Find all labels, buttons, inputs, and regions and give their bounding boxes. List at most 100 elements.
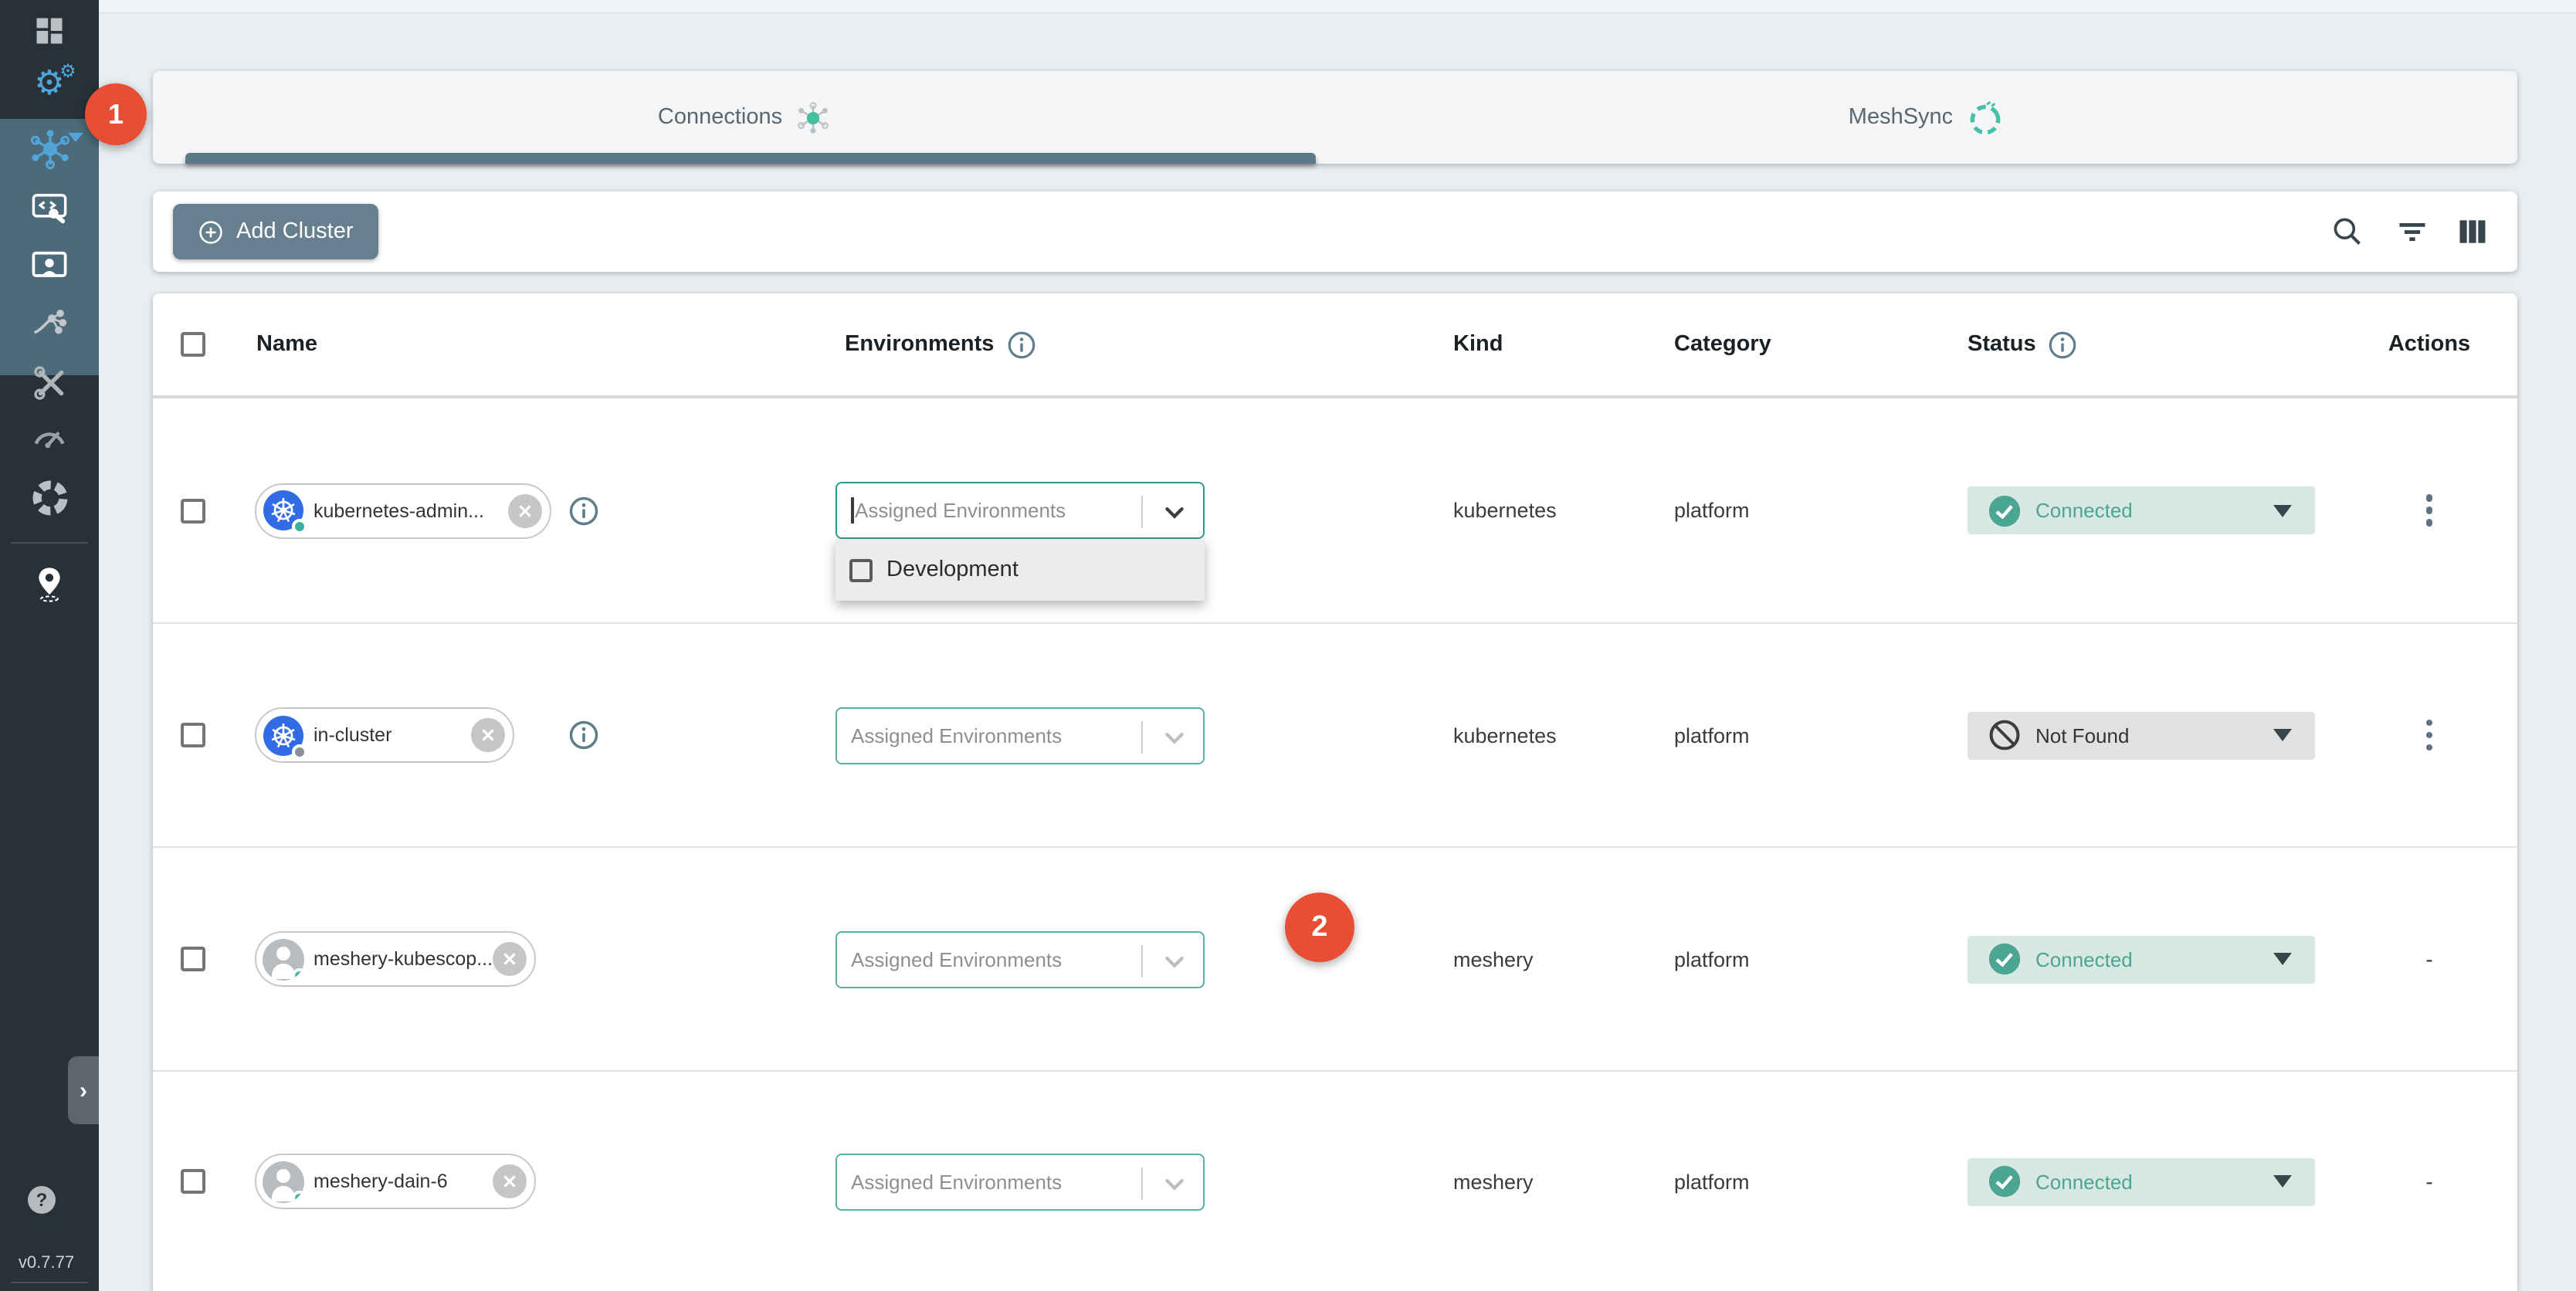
status-label: Connected — [2035, 1170, 2133, 1193]
tab-meshsync-label: MeshSync — [1849, 105, 1953, 130]
row-checkbox[interactable] — [181, 1169, 205, 1194]
header-name: Name — [256, 332, 317, 357]
status-caret-icon — [2273, 504, 2292, 517]
active-tab-indicator — [185, 153, 1316, 164]
view-columns-button[interactable] — [2452, 212, 2493, 252]
environments-dropdown-panel: Development — [836, 539, 1205, 601]
tab-connections-label: Connections — [658, 105, 782, 130]
sidebar-item-adapters[interactable] — [0, 178, 99, 236]
add-cluster-label: Add Cluster — [236, 219, 354, 244]
filter-button[interactable] — [2392, 212, 2432, 252]
kind-value: meshery — [1453, 1170, 1534, 1193]
help-button[interactable]: ? — [28, 1186, 56, 1214]
tab-connections[interactable]: Connections — [153, 71, 1335, 164]
chip-delete-button[interactable] — [471, 718, 505, 752]
sidebar-item-dashboard[interactable] — [0, 3, 99, 59]
row-checkbox[interactable] — [181, 947, 205, 971]
assigned-environments-select[interactable]: Assigned Environments — [836, 706, 1205, 764]
header-status: Status — [1968, 332, 2036, 357]
status-label: Connected — [2035, 499, 2133, 522]
not-found-icon — [1988, 718, 2022, 752]
connection-name: meshery-dain-6 — [304, 1171, 493, 1192]
check-circle-icon — [1988, 493, 2022, 527]
assigned-environments-select[interactable]: Assigned Environments — [836, 930, 1205, 988]
sidebar-item-extensions[interactable] — [0, 468, 99, 527]
row-checkbox[interactable] — [181, 723, 205, 747]
row-checkbox[interactable] — [181, 498, 205, 523]
header-kind: Kind — [1453, 332, 1503, 357]
text-cursor — [851, 497, 853, 524]
chevron-down-icon[interactable] — [1157, 494, 1192, 537]
row-actions-menu-button[interactable] — [2420, 713, 2439, 757]
meshsync-spinner-icon — [1965, 98, 2004, 137]
connections-table: Name Environments Kind Category Status A… — [153, 293, 2517, 1291]
chip-delete-button[interactable] — [493, 1164, 527, 1198]
meshery-app: ⚙ ⚙ — [0, 0, 2576, 1291]
chevron-down-icon[interactable] — [1157, 1165, 1192, 1208]
assigned-environments-select[interactable]: Assigned Environments — [836, 1153, 1205, 1210]
sidebar-item-connections[interactable] — [0, 119, 99, 178]
status-caret-icon — [2273, 1175, 2292, 1188]
connections-tab-icon — [795, 100, 830, 135]
chip-delete-button[interactable] — [508, 493, 542, 527]
screen-person-icon — [29, 246, 69, 286]
select-divider — [1141, 720, 1143, 753]
actions-empty: - — [2425, 947, 2432, 971]
top-strip — [99, 0, 2576, 14]
add-cluster-button[interactable]: Add Cluster — [173, 204, 378, 259]
connections-mesh-icon — [29, 127, 70, 169]
category-value: platform — [1674, 947, 1750, 971]
environment-option-checkbox[interactable] — [849, 558, 873, 581]
chevron-down-icon[interactable] — [1157, 719, 1192, 762]
check-circle-icon — [1988, 1164, 2022, 1198]
sidebar-item-performance[interactable] — [0, 409, 99, 465]
connection-name-chip[interactable]: meshery-dain-6 — [255, 1154, 536, 1209]
tab-bar: Connections MeshSync — [153, 71, 2517, 164]
connection-name-chip[interactable]: kubernetes-admin... — [255, 483, 551, 538]
connection-name-chip[interactable]: in-cluster — [255, 707, 514, 763]
row-actions-menu-button[interactable] — [2420, 489, 2439, 533]
sidebar-item-lifecycle[interactable]: ⚙ ⚙ — [0, 56, 99, 111]
annotation-badge-1: 1 — [85, 83, 147, 145]
performance-gauge-icon — [29, 417, 69, 457]
status-label: Connected — [2035, 947, 2133, 971]
status-caret-icon — [2273, 953, 2292, 965]
kind-value: kubernetes — [1453, 499, 1557, 522]
status-info-icon[interactable] — [2047, 328, 2079, 361]
environments-info-icon[interactable] — [1005, 328, 1037, 361]
select-all-checkbox[interactable] — [181, 332, 205, 357]
sidebar-item-profiles[interactable] — [0, 236, 99, 295]
status-chip-connected[interactable]: Connected — [1968, 1157, 2315, 1205]
connection-info-icon[interactable] — [567, 718, 601, 752]
sidebar-item-configuration[interactable] — [0, 354, 99, 409]
sidebar-expand-button[interactable]: › — [68, 1056, 99, 1124]
status-chip-connected[interactable]: Connected — [1968, 486, 2315, 534]
environment-option-label[interactable]: Development — [886, 557, 1019, 582]
columns-icon — [2456, 215, 2490, 249]
lifecycle-small-gear-icon: ⚙ — [59, 62, 76, 80]
status-chip-not-found[interactable]: Not Found — [1968, 711, 2315, 759]
connection-name-chip[interactable]: meshery-kubescop... — [255, 931, 536, 987]
dashboard-icon — [32, 14, 66, 48]
connection-info-icon[interactable] — [567, 493, 601, 527]
check-circle-icon — [1988, 942, 2022, 976]
person-avatar-icon — [263, 1161, 304, 1202]
version-label: v0.7.77 — [0, 1254, 93, 1272]
header-environments: Environments — [845, 332, 994, 357]
adapters-code-icon — [29, 187, 69, 227]
search-button[interactable] — [2327, 212, 2368, 252]
assigned-environments-select[interactable]: Assigned Environments — [836, 482, 1205, 539]
header-category: Category — [1674, 332, 1771, 357]
toolbar: Add Cluster — [153, 191, 2517, 272]
status-chip-connected[interactable]: Connected — [1968, 935, 2315, 983]
actions-empty: - — [2425, 1169, 2432, 1194]
location-pin-icon — [29, 564, 69, 604]
tab-meshsync[interactable]: MeshSync — [1335, 71, 2517, 164]
sidebar-item-catalog[interactable] — [0, 553, 99, 615]
sidebar-item-service-graph[interactable] — [0, 295, 99, 354]
sidebar-bottom-divider — [11, 1282, 88, 1283]
chevron-down-icon[interactable] — [1157, 943, 1192, 986]
chip-delete-button[interactable] — [493, 942, 527, 976]
header-actions: Actions — [2388, 332, 2470, 357]
filter-icon — [2395, 215, 2429, 249]
